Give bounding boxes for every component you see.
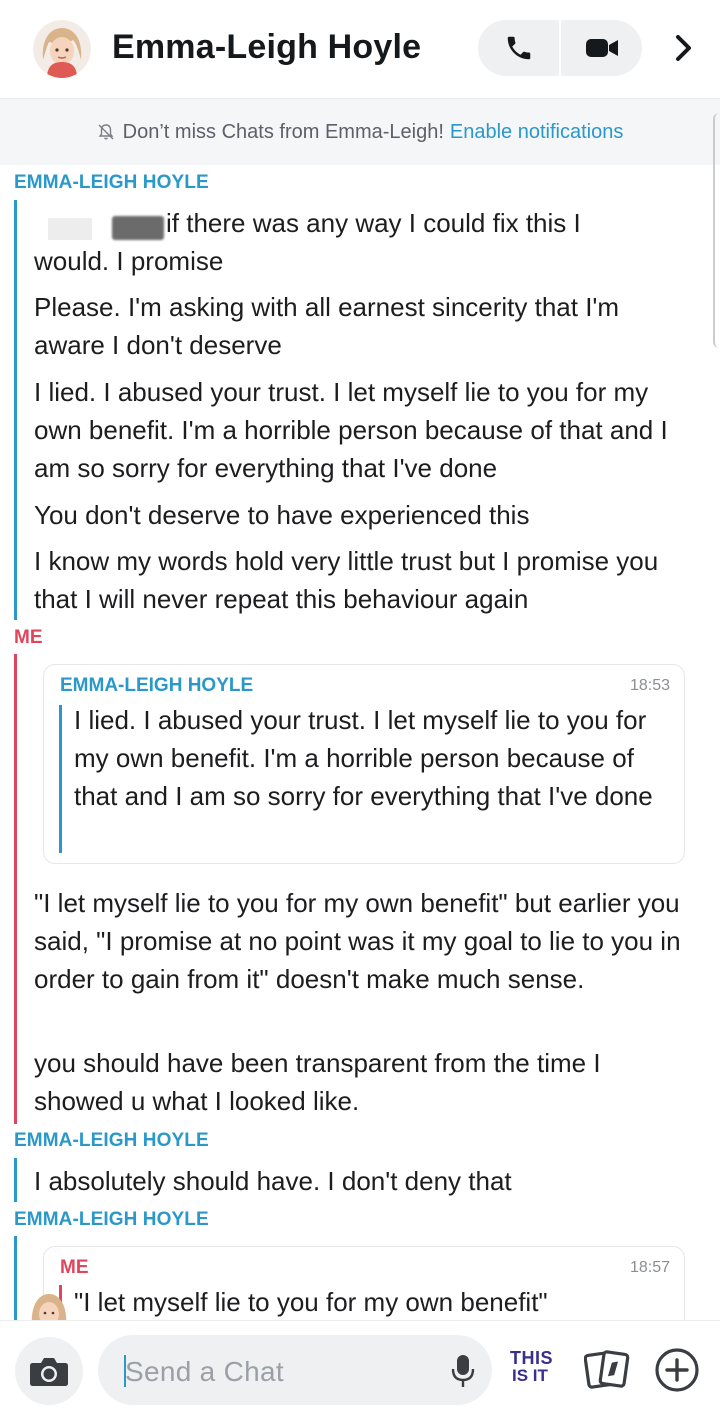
quote-sender: ME bbox=[60, 1257, 89, 1278]
camera-button[interactable] bbox=[15, 1337, 83, 1405]
quote-bar bbox=[59, 705, 62, 853]
quote-timestamp: 18:57 bbox=[629, 1259, 670, 1276]
contact-name[interactable]: Emma-Leigh Hoyle bbox=[112, 28, 421, 67]
notification-banner: Don’t miss Chats from Emma-Leigh! Enable… bbox=[0, 99, 720, 165]
video-call-button[interactable] bbox=[561, 20, 642, 76]
chat-header: Emma-Leigh Hoyle bbox=[0, 0, 720, 99]
chat-input-bar: Send a Chat THIS IS IT bbox=[0, 1320, 720, 1409]
sticker-label-line1: THIS bbox=[510, 1348, 554, 1368]
sender-bar bbox=[14, 200, 17, 620]
message-text: if there was any way I could fix this I bbox=[166, 208, 581, 238]
sender-bar bbox=[14, 1158, 17, 1202]
quote-timestamp: 18:53 bbox=[629, 677, 670, 694]
plus-icon[interactable] bbox=[654, 1347, 700, 1393]
quote-sender: EMMA-LEIGH HOYLE bbox=[60, 675, 254, 696]
video-camera-icon bbox=[585, 39, 618, 57]
camera-icon bbox=[30, 1358, 68, 1386]
sticker-label-line2: IS IT bbox=[512, 1366, 548, 1385]
sender-label: EMMA-LEIGH HOYLE bbox=[14, 1209, 209, 1230]
message-text: Please. I'm asking with all earnest sinc… bbox=[34, 292, 620, 360]
microphone-icon[interactable] bbox=[448, 1353, 478, 1389]
quoted-message[interactable]: EMMA-LEIGH HOYLE 18:53 I lied. I abused … bbox=[43, 664, 685, 864]
message-text: "I let myself lie to you for my own bene… bbox=[34, 888, 681, 994]
message-text: I lied. I abused your trust. I let mysel… bbox=[34, 377, 668, 483]
message-text: You don't deserve to have experienced th… bbox=[34, 500, 530, 530]
enable-notifications-link[interactable]: Enable notifications bbox=[450, 121, 623, 144]
quote-text: "I let myself lie to you for my own bene… bbox=[74, 1287, 548, 1317]
message-text: I know my words hold very little trust b… bbox=[34, 546, 659, 614]
cards-icon[interactable] bbox=[583, 1349, 630, 1391]
call-button-group bbox=[478, 20, 642, 76]
banner-text: Don’t miss Chats from Emma-Leigh! bbox=[122, 120, 444, 143]
sender-label: ME bbox=[14, 627, 43, 648]
voice-call-button[interactable] bbox=[478, 20, 559, 76]
redacted-text bbox=[48, 218, 92, 240]
message-text: would. I promise bbox=[34, 246, 224, 276]
sender-bar bbox=[14, 1236, 17, 1320]
message-text: I absolutely should have. I don't deny t… bbox=[34, 1166, 512, 1196]
sender-bar bbox=[14, 654, 17, 1124]
redacted-text bbox=[112, 216, 164, 240]
quote-text: I lied. I abused your trust. I let mysel… bbox=[74, 705, 653, 811]
chat-input-placeholder: Send a Chat bbox=[125, 1356, 284, 1387]
chevron-right-icon[interactable] bbox=[664, 28, 704, 68]
sticker-icon[interactable]: THIS IS IT bbox=[508, 1349, 562, 1389]
sender-label: EMMA-LEIGH HOYLE bbox=[14, 172, 209, 193]
phone-icon bbox=[507, 36, 530, 60]
contact-avatar[interactable] bbox=[33, 20, 91, 78]
sender-label: EMMA-LEIGH HOYLE bbox=[14, 1130, 209, 1151]
bell-off-icon bbox=[97, 123, 115, 141]
chat-input[interactable]: Send a Chat bbox=[98, 1335, 492, 1405]
message-text: you should have been transparent from th… bbox=[34, 1048, 601, 1116]
scrollbar[interactable] bbox=[713, 113, 720, 348]
